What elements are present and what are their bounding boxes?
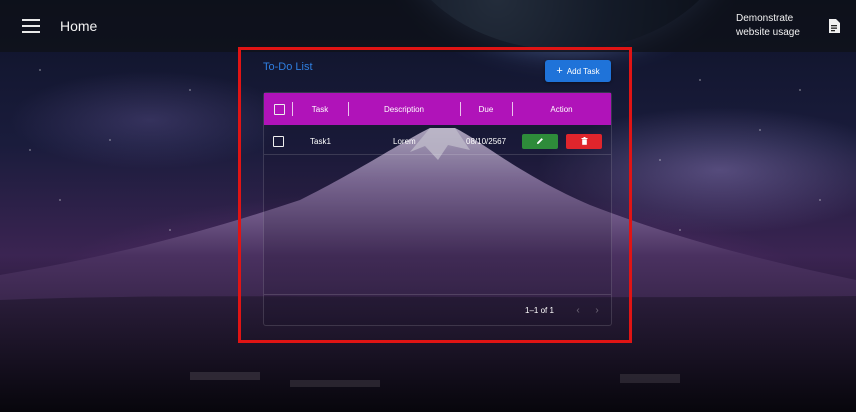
card-title: To-Do List [263,61,313,73]
action-cell-delete [566,129,602,153]
demonstrate-usage-link[interactable]: Demonstrate website usage [736,12,806,40]
delete-button[interactable] [566,133,602,149]
column-header-description[interactable]: Description [348,93,460,125]
add-task-label: Add Task [566,66,600,76]
description-cell: Lorem [393,136,416,146]
app-bar: Home Demonstrate website usage [0,0,856,52]
column-header-task[interactable]: Task [292,93,348,125]
table-row: Task1 Lorem 08/10/2567 [264,129,611,155]
hamburger-menu-icon[interactable] [22,19,40,33]
column-header-due[interactable]: Due [460,93,512,125]
chevron-right-icon[interactable]: › [590,303,604,317]
task-cell: Task1 [310,136,331,146]
select-all-checkbox[interactable] [274,103,285,115]
document-icon[interactable] [826,17,842,35]
edit-button[interactable] [522,133,558,149]
select-all-cell [273,93,286,125]
trash-icon [581,137,587,145]
column-header-action: Action [550,104,573,114]
table-header: Task Description Due Action [264,93,611,125]
add-task-button[interactable]: + Add Task [545,60,611,82]
due-cell: 08/10/2567 [466,136,507,146]
row-checkbox[interactable] [273,135,284,147]
table-pagination: 1–1 of 1 ‹ › [264,294,611,326]
page-title: Home [60,18,98,34]
row-select-cell [273,129,284,153]
chevron-left-icon[interactable]: ‹ [571,303,585,317]
action-cell [522,129,558,153]
todo-card: To-Do List + Add Task Task Description D… [263,60,612,326]
page-info: 1–1 of 1 [525,306,554,315]
pencil-icon [537,138,543,144]
plus-icon: + [556,64,563,77]
task-table: Task Description Due Action Task1 Lorem … [263,92,612,326]
